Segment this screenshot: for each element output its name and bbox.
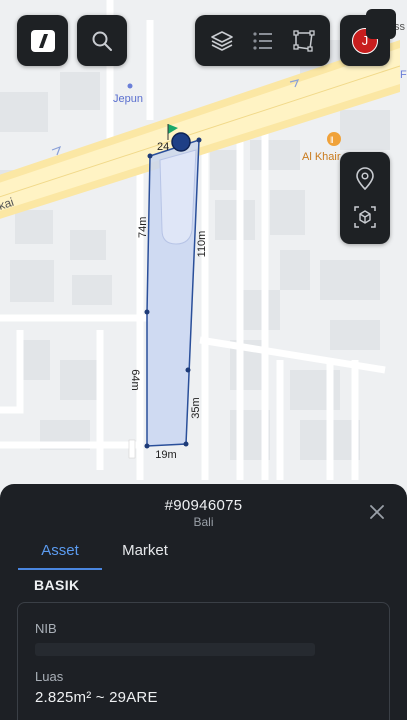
list-icon[interactable] bbox=[251, 29, 275, 53]
dim-right: 110m bbox=[196, 231, 208, 258]
side-tools-group bbox=[340, 152, 390, 244]
nib-label: NIB bbox=[35, 621, 57, 636]
polygon-select-icon[interactable] bbox=[292, 29, 316, 53]
svg-text:ǁ: ǁ bbox=[330, 135, 334, 145]
tab-asset[interactable]: Asset bbox=[18, 542, 102, 570]
place-label-jepun[interactable]: Jepun bbox=[113, 93, 143, 105]
logo-button[interactable] bbox=[17, 15, 68, 66]
layers-icon[interactable] bbox=[210, 29, 234, 53]
app-logo-icon bbox=[30, 29, 55, 52]
corner-label-2: Fi bbox=[400, 69, 407, 81]
parcel-region: Bali bbox=[193, 515, 214, 529]
place-dot-icon bbox=[127, 83, 133, 89]
parcel-inner-shape bbox=[159, 149, 197, 245]
3d-cube-icon[interactable] bbox=[353, 205, 377, 229]
close-icon[interactable] bbox=[369, 504, 385, 520]
location-pin-icon[interactable] bbox=[354, 167, 376, 191]
parcel-detail-sheet: #90946075 Bali Asset Market BASIK NIB Lu… bbox=[0, 484, 407, 720]
map-tools-group bbox=[195, 15, 330, 66]
search-button[interactable] bbox=[77, 15, 127, 66]
dim-left-upper: 74m bbox=[137, 217, 149, 238]
dim-right-lower: 35m bbox=[190, 397, 202, 418]
detail-tabs: Asset Market bbox=[18, 542, 188, 570]
tab-market[interactable]: Market bbox=[102, 542, 188, 570]
search-icon bbox=[92, 31, 112, 51]
parcel-id: #90946075 bbox=[164, 497, 243, 514]
dim-bottom: 19m bbox=[155, 449, 176, 461]
dim-left-lower: 64m bbox=[129, 369, 141, 390]
section-title: BASIK bbox=[34, 577, 80, 593]
luas-label: Luas bbox=[35, 669, 64, 684]
place-label-al-khair[interactable]: Al Khair bbox=[302, 151, 341, 163]
details-card: NIB Luas 2.825m² ~ 29ARE bbox=[17, 602, 390, 720]
corner-overlay bbox=[366, 9, 396, 39]
marker-label: 24 bbox=[157, 141, 169, 153]
nib-value-redacted bbox=[35, 643, 315, 656]
luas-value: 2.825m² ~ 29ARE bbox=[35, 689, 158, 706]
